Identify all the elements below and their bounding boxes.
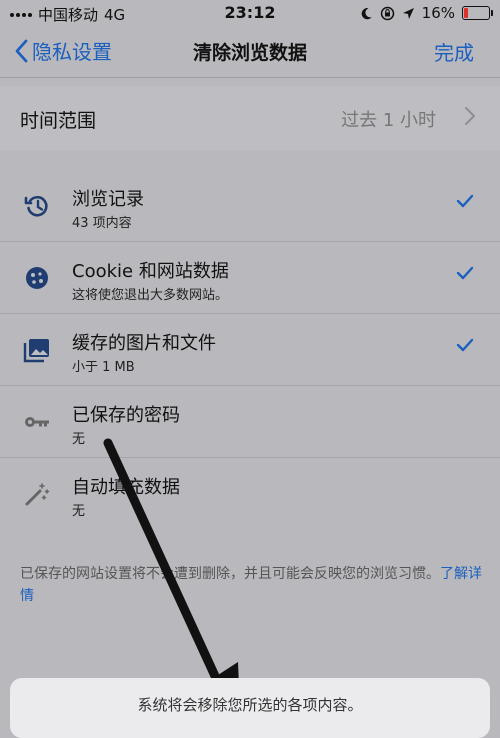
action-sheet: 系统将会移除您所选的各项内容。: [10, 678, 490, 738]
action-sheet-message: 系统将会移除您所选的各项内容。: [137, 696, 363, 714]
annotation-arrow: [103, 438, 240, 711]
